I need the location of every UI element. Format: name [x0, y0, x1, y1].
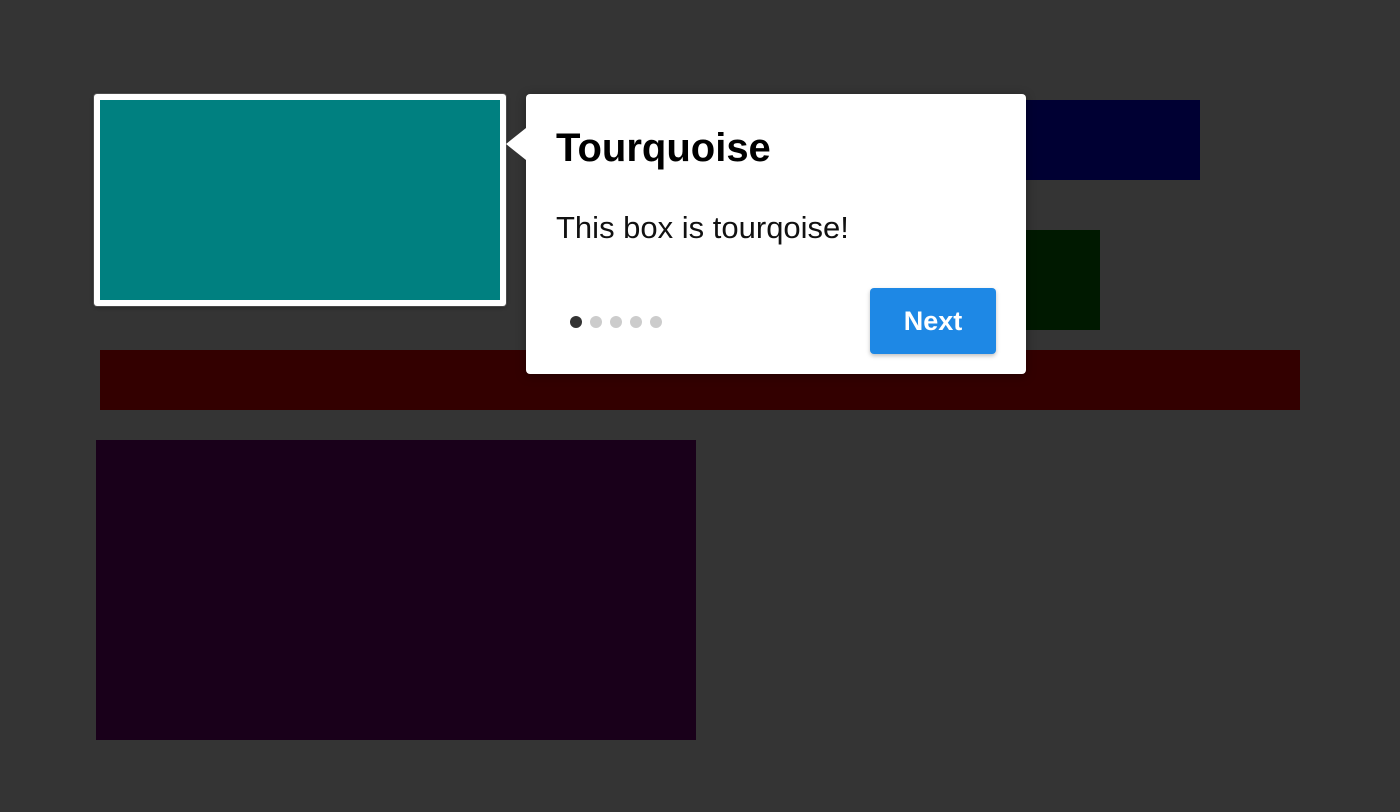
tooltip-arrow — [506, 128, 526, 160]
step-progress-dots — [570, 316, 662, 328]
highlighted-element-frame — [94, 94, 506, 306]
step-dot[interactable] — [610, 316, 622, 328]
purple-box — [96, 440, 696, 740]
next-button[interactable]: Next — [870, 288, 996, 354]
tooltip-title: Tourquoise — [556, 126, 771, 170]
step-dot[interactable] — [650, 316, 662, 328]
step-dot[interactable] — [590, 316, 602, 328]
step-dot[interactable] — [630, 316, 642, 328]
tooltip-body: This box is tourqoise! — [556, 210, 849, 245]
turquoise-box — [100, 100, 500, 300]
navy-box — [1000, 100, 1200, 180]
tour-tooltip: Tourquoise This box is tourqoise! Next — [506, 94, 1026, 374]
step-dot-active[interactable] — [570, 316, 582, 328]
